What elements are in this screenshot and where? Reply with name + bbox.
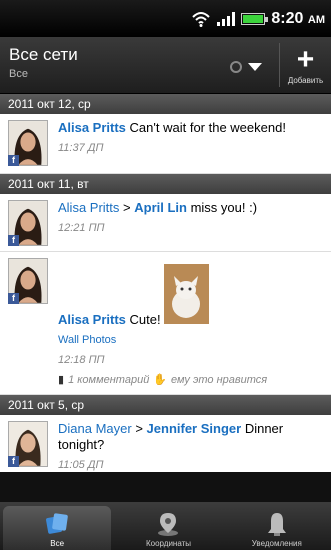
plus-icon: + bbox=[296, 42, 315, 76]
wifi-icon bbox=[192, 11, 211, 27]
battery-icon bbox=[241, 12, 269, 25]
feed-list[interactable]: 2011 окт 12, ср f Alisa Pritts Can't wai… bbox=[0, 94, 331, 472]
list-item[interactable]: f Alisa Pritts Can't wait for the weeken… bbox=[0, 114, 331, 174]
page-title: Все сети bbox=[9, 45, 78, 64]
comment-count[interactable]: 1 комментарий bbox=[68, 372, 149, 388]
tab-label: Уведомления bbox=[251, 539, 302, 548]
post-author[interactable]: Diana Mayer bbox=[58, 421, 132, 436]
post-author[interactable]: Alisa Pritts bbox=[58, 312, 126, 327]
tab-notifications[interactable]: Уведомления bbox=[223, 502, 331, 550]
chevron-down-icon bbox=[248, 63, 262, 71]
facebook-icon: f bbox=[8, 235, 19, 246]
post-target[interactable]: April Lin bbox=[134, 200, 187, 215]
post-text: Cute! bbox=[129, 312, 161, 327]
avatar[interactable]: f bbox=[8, 120, 48, 166]
avatar[interactable]: f bbox=[8, 258, 48, 304]
post-meta: ▮ 1 комментарий ✋ ему это нравится bbox=[58, 372, 323, 388]
post-arrow: > bbox=[123, 200, 131, 215]
facebook-icon: f bbox=[8, 293, 19, 304]
post-text: Can't wait for the weekend! bbox=[129, 120, 286, 135]
post-author[interactable]: Alisa Pritts bbox=[58, 120, 126, 135]
avatar[interactable]: f bbox=[8, 200, 48, 246]
tab-label: Все bbox=[50, 539, 65, 548]
filter-dropdown[interactable] bbox=[230, 49, 280, 85]
signal-icon bbox=[217, 11, 236, 26]
avatar[interactable]: f bbox=[8, 421, 48, 467]
refresh-indicator-icon bbox=[230, 61, 242, 73]
comment-icon: ▮ bbox=[58, 374, 65, 386]
post-author[interactable]: Alisa Pritts bbox=[58, 200, 119, 215]
post-target[interactable]: Jennifer Singer bbox=[147, 421, 242, 436]
network-filter-title[interactable]: Все сети Все bbox=[9, 45, 78, 80]
list-item[interactable]: f Alisa Pritts Cute! Wall Photos 12:18 П… bbox=[0, 252, 331, 395]
tab-label: Координаты bbox=[145, 539, 192, 548]
all-updates-icon bbox=[46, 513, 68, 534]
facebook-icon: f bbox=[8, 456, 19, 467]
page-subtitle: Все bbox=[9, 68, 28, 80]
album-link[interactable]: Wall Photos bbox=[58, 332, 323, 348]
add-button[interactable]: + Добавить bbox=[280, 37, 331, 94]
feed-bottom-spacer bbox=[0, 472, 331, 502]
date-header: 2011 окт 12, ср bbox=[0, 94, 331, 114]
post-timestamp: 12:18 ПП bbox=[58, 354, 105, 366]
date-header: 2011 окт 11, вт bbox=[0, 174, 331, 194]
tab-all[interactable]: Все bbox=[3, 506, 112, 550]
facebook-icon: f bbox=[8, 155, 19, 166]
list-item[interactable]: f Alisa Pritts > April Lin miss you! :) … bbox=[0, 194, 331, 252]
notifications-bell-icon bbox=[267, 513, 286, 536]
post-timestamp: 11:37 ДП bbox=[58, 142, 104, 154]
status-bar: 8:20 AM bbox=[0, 0, 331, 37]
post-timestamp: 12:21 ПП bbox=[58, 222, 105, 234]
like-text[interactable]: ему это нравится bbox=[171, 372, 267, 388]
bottom-tab-bar: Все Координаты Уведомления bbox=[0, 502, 331, 550]
location-pin-icon bbox=[158, 513, 179, 536]
status-time: 8:20 AM bbox=[271, 9, 325, 27]
add-button-label: Добавить bbox=[287, 75, 324, 85]
tab-location[interactable]: Координаты bbox=[114, 502, 222, 550]
post-timestamp: 11:05 ДП bbox=[58, 459, 104, 471]
app-header: Все сети Все + Добавить bbox=[0, 37, 331, 94]
post-text: miss you! :) bbox=[190, 200, 258, 215]
like-icon: ✋ bbox=[153, 374, 168, 386]
post-arrow: > bbox=[135, 421, 143, 436]
list-item[interactable]: f Diana Mayer > Jennifer Singer Dinner t… bbox=[0, 415, 331, 472]
date-header: 2011 окт 5, ср bbox=[0, 395, 331, 415]
photo-thumbnail[interactable] bbox=[164, 264, 210, 324]
